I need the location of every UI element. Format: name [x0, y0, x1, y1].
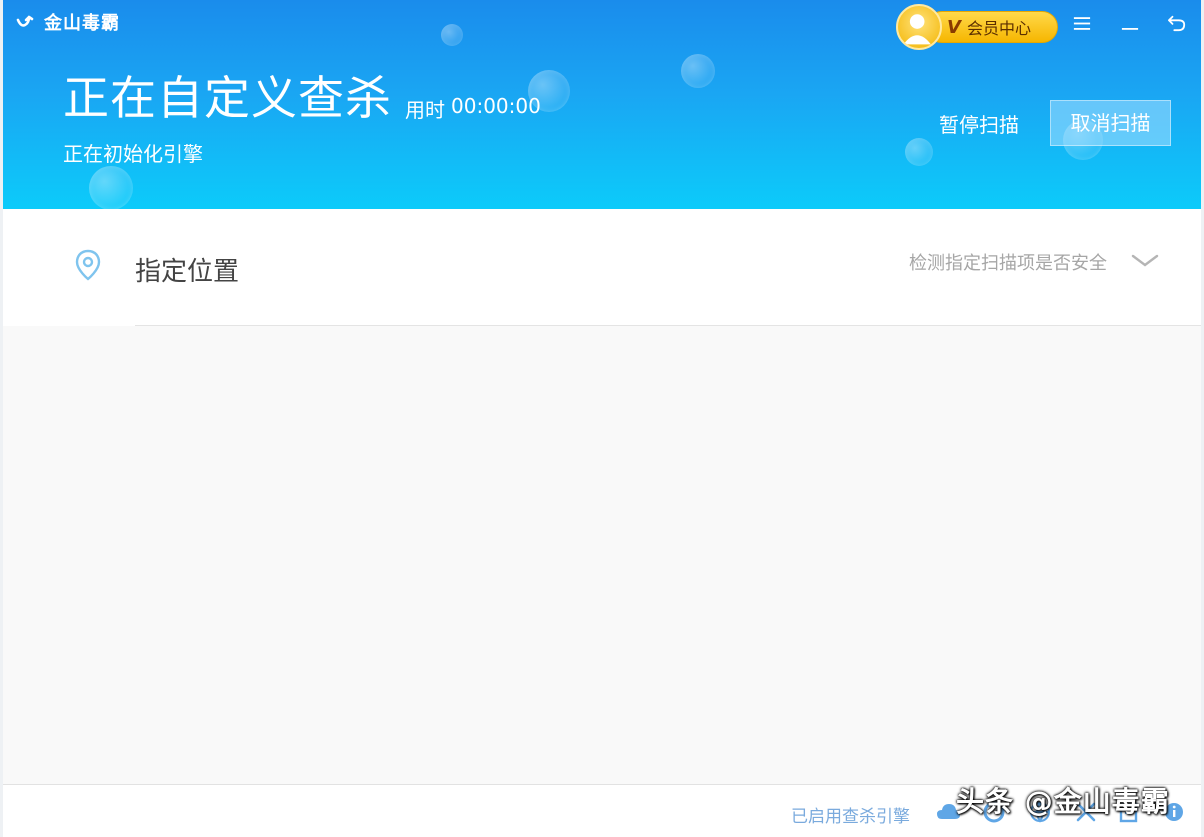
logo-icon: [16, 15, 34, 27]
watermark: 头条 @金山毒霸: [956, 785, 1170, 818]
elapsed-time: 用时 00:00:00: [405, 94, 541, 123]
location-hint: 检测指定扫描项是否安全: [909, 253, 1107, 274]
decor-bubble: [681, 54, 715, 88]
vip-badge: V: [947, 16, 961, 38]
decor-bubble: [905, 138, 933, 166]
scan-results-area: [3, 326, 1201, 784]
elapsed-value: 00:00:00: [451, 94, 541, 118]
decor-bubble: [441, 24, 463, 46]
elapsed-label: 用时: [405, 98, 445, 122]
scan-location-row[interactable]: 指定位置 检测指定扫描项是否安全: [3, 209, 1201, 326]
vip-center-button[interactable]: V 会员中心: [896, 4, 1058, 50]
vip-center-label: 会员中心: [966, 19, 1031, 38]
chevron-down-icon[interactable]: [1131, 253, 1159, 269]
minimize-icon: [1121, 27, 1139, 30]
engines-enabled-label[interactable]: 已启用查杀引擎: [791, 802, 910, 827]
back-button[interactable]: [1162, 8, 1192, 38]
decor-bubble: [89, 166, 133, 209]
menu-icon: [1073, 16, 1091, 30]
app-window: 金山毒霸 V 会员中心 正在自定义查杀 用时 00:00:00 正在初始化引擎 …: [3, 0, 1201, 837]
page-title: 正在自定义查杀: [63, 71, 392, 125]
user-icon: [903, 14, 931, 45]
minimize-button[interactable]: [1115, 8, 1145, 38]
pause-scan-button[interactable]: 暂停扫描: [929, 108, 1029, 142]
avatar[interactable]: [896, 4, 942, 50]
app-name: 金山毒霸: [44, 13, 120, 34]
back-icon: [1167, 15, 1186, 32]
menu-button[interactable]: [1067, 8, 1097, 38]
vip-pill[interactable]: V 会员中心: [926, 11, 1058, 43]
location-pin-icon: [75, 249, 101, 281]
cancel-scan-button[interactable]: 取消扫描: [1050, 100, 1171, 146]
scan-status-text: 正在初始化引擎: [63, 142, 203, 166]
location-label: 指定位置: [135, 257, 240, 287]
scan-header: 金山毒霸 V 会员中心 正在自定义查杀 用时 00:00:00 正在初始化引擎 …: [3, 0, 1201, 209]
app-logo: 金山毒霸: [15, 10, 120, 34]
